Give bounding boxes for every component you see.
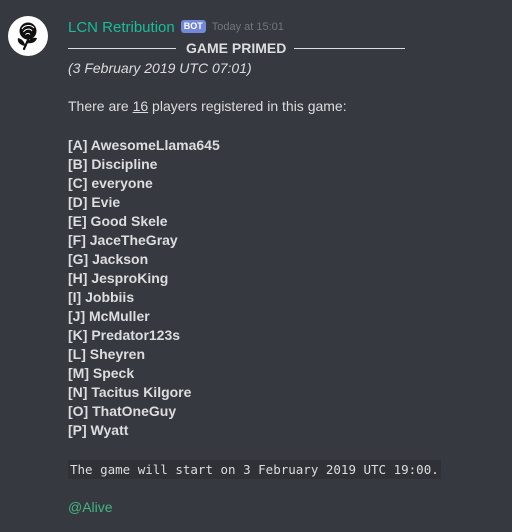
- title-divider: GAME PRIMED: [68, 39, 405, 58]
- registered-players-line: There are 16 players registered in this …: [68, 97, 498, 116]
- player-item: [L] Sheyren: [68, 346, 146, 362]
- player-item: [K] Predator123s: [68, 327, 181, 343]
- player-item: [H] JesproKing: [68, 270, 169, 286]
- player-count: 16: [132, 98, 149, 114]
- player-list: [A] AwesomeLlama645 [B] Discipline [C] e…: [68, 136, 498, 440]
- mention-line: @Alive: [68, 498, 498, 517]
- player-item: [I] Jobbiis: [68, 289, 135, 305]
- registered-suffix: players registered in this game:: [148, 98, 347, 114]
- author-name[interactable]: LCN Retribution: [68, 19, 175, 36]
- bot-tag: BOT: [180, 19, 206, 33]
- message-content: GAME PRIMED (3 February 2019 UTC 07:01) …: [68, 39, 498, 517]
- start-time-code: The game will start on 3 February 2019 U…: [68, 460, 441, 479]
- player-item: [M] Speck: [68, 365, 135, 381]
- divider-line-right: [294, 48, 405, 49]
- author-avatar[interactable]: [8, 16, 48, 56]
- player-item: [N] Tacitus Kilgore: [68, 384, 192, 400]
- black-rose-icon: [17, 22, 37, 51]
- player-item: [F] JaceTheGray: [68, 232, 178, 248]
- message-timestamp[interactable]: Today at 15:01: [212, 21, 284, 33]
- role-mention[interactable]: @Alive: [68, 499, 113, 515]
- divider-title: GAME PRIMED: [186, 40, 287, 56]
- player-item: [D] Evie: [68, 194, 121, 210]
- player-item: [E] Good Skele: [68, 213, 168, 229]
- message-header: LCN Retribution BOT Today at 15:01: [68, 17, 284, 37]
- divider-line-left: [68, 48, 176, 49]
- player-item: [B] Discipline: [68, 156, 158, 172]
- player-item: [G] Jackson: [68, 251, 149, 267]
- player-item: [P] Wyatt: [68, 422, 129, 438]
- player-item: [A] AwesomeLlama645: [68, 137, 220, 153]
- start-time-block: The game will start on 3 February 2019 U…: [68, 460, 498, 479]
- registered-prefix: There are: [68, 98, 133, 114]
- game-date: (3 February 2019 UTC 07:01): [68, 60, 252, 76]
- player-item: [O] ThatOneGuy: [68, 403, 177, 419]
- player-item: [J] McMuller: [68, 308, 150, 324]
- player-item: [C] everyone: [68, 175, 153, 191]
- chat-message: LCN Retribution BOT Today at 15:01 GAME …: [0, 0, 512, 532]
